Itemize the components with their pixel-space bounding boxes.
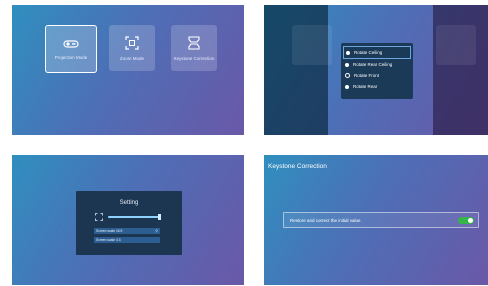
radio-selected-icon (346, 50, 350, 55)
zoom-frame-icon (95, 213, 103, 221)
toggle-knob (468, 218, 473, 223)
menu-item-rotate-rear-ceiling[interactable]: Rotate Rear Ceiling (341, 59, 413, 70)
page-title: Keystone Correction (268, 163, 327, 170)
projection-mode-menu-screen: Rotate Ceiling Rotate Rear Ceiling Rotat… (264, 5, 488, 135)
tile-label: Projection Mode (54, 54, 88, 60)
search-icon: ⚲ (155, 229, 158, 233)
projector-icon (63, 39, 79, 49)
zoom-mode-tile[interactable]: Zoom Mode (109, 25, 155, 71)
tile-label: Keystone Correction (173, 55, 215, 61)
zoom-slider[interactable] (95, 213, 167, 221)
projection-main-screen: Projection Mode Zoom Mode Keystone Corre… (12, 5, 244, 135)
menu-item-label: Rotate Rear Ceiling (353, 62, 393, 67)
menu-item-label: Rotate Ceiling (354, 50, 383, 55)
keystone-correction-tile[interactable]: Keystone Correction (171, 25, 217, 71)
menu-item-label: Rotate Front (354, 73, 380, 78)
option-label: Screen scale 16:9 (96, 229, 123, 233)
screen-scale-16-9-option[interactable]: Screen scale 16:9 ⚲ (94, 228, 160, 234)
menu-item-rotate-ceiling[interactable]: Rotate Ceiling (343, 46, 411, 59)
keystone-icon (436, 25, 476, 65)
restore-initial-value-row[interactable]: Restore and correct the initial value (283, 212, 479, 228)
projection-mode-tile[interactable]: Projection Mode (45, 25, 97, 73)
screen-scale-4-3-option[interactable]: Screen scale 4:3 (94, 237, 160, 243)
menu-item-label: Rotate Rear (353, 84, 378, 89)
row-label: Restore and correct the initial value (290, 217, 361, 223)
rotation-menu: Rotate Ceiling Rotate Rear Ceiling Rotat… (341, 43, 413, 99)
setting-dialog: Setting Screen scale 16:9 ⚲ Screen scale… (76, 191, 182, 255)
setting-screen: Setting Screen scale 16:9 ⚲ Screen scale… (12, 155, 244, 285)
menu-item-rotate-rear[interactable]: Rotate Rear (341, 81, 413, 92)
option-label: Screen scale 4:3 (96, 238, 121, 242)
zoom-frame-icon (125, 35, 139, 50)
radio-icon (345, 84, 349, 89)
radio-icon (345, 73, 350, 78)
setting-title: Setting (119, 200, 139, 206)
restore-toggle[interactable] (458, 217, 474, 224)
tile-label: Zoom Mode (119, 55, 144, 61)
projector-icon (292, 25, 332, 65)
keystone-correction-screen: Keystone Correction Restore and correct … (264, 155, 488, 285)
slider-track[interactable] (108, 216, 160, 218)
menu-item-rotate-front[interactable]: Rotate Front (341, 70, 413, 81)
keystone-icon (187, 35, 201, 50)
radio-icon (345, 62, 349, 67)
slider-handle[interactable] (158, 214, 161, 220)
